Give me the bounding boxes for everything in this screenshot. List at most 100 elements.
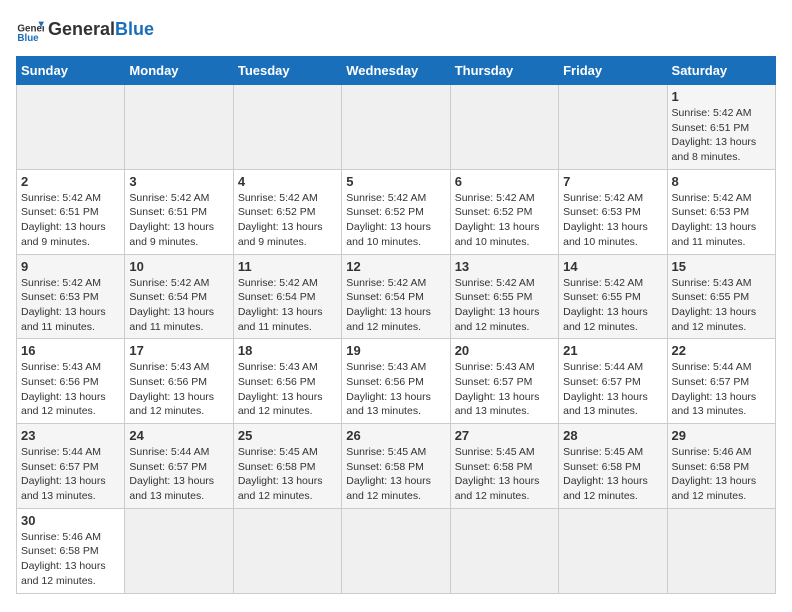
day-number: 18 [238, 343, 337, 358]
day-cell: 21 Sunrise: 5:44 AM Sunset: 6:57 PM Dayli… [559, 339, 667, 424]
day-cell [125, 85, 233, 170]
calendar-header: SundayMondayTuesdayWednesdayThursdayFrid… [17, 57, 776, 85]
day-cell: 14 Sunrise: 5:42 AM Sunset: 6:55 PM Dayli… [559, 254, 667, 339]
day-cell: 23 Sunrise: 5:44 AM Sunset: 6:57 PM Dayli… [17, 424, 125, 509]
day-info: Sunrise: 5:44 AM Sunset: 6:57 PM Dayligh… [563, 360, 662, 419]
day-header-tuesday: Tuesday [233, 57, 341, 85]
day-number: 13 [455, 259, 554, 274]
day-cell: 22Sunrise: 5:44 AM Sunset: 6:57 PM Dayli… [667, 339, 775, 424]
day-cell: 11 Sunrise: 5:42 AM Sunset: 6:54 PM Dayli… [233, 254, 341, 339]
day-cell: 18Sunrise: 5:43 AM Sunset: 6:56 PM Dayli… [233, 339, 341, 424]
day-header-thursday: Thursday [450, 57, 558, 85]
logo-text: GeneralBlue [48, 20, 154, 40]
day-info: Sunrise: 5:45 AM Sunset: 6:58 PM Dayligh… [563, 445, 662, 504]
day-cell [559, 508, 667, 593]
day-number: 28 [563, 428, 662, 443]
day-number: 30 [21, 513, 120, 528]
day-number: 1 [672, 89, 771, 104]
day-header-sunday: Sunday [17, 57, 125, 85]
calendar-table: SundayMondayTuesdayWednesdayThursdayFrid… [16, 56, 776, 594]
day-info: Sunrise: 5:42 AM Sunset: 6:54 PM Dayligh… [129, 276, 228, 335]
day-info: Sunrise: 5:46 AM Sunset: 6:58 PM Dayligh… [21, 530, 120, 589]
day-cell: 20 Sunrise: 5:43 AM Sunset: 6:57 PM Dayli… [450, 339, 558, 424]
day-number: 20 [455, 343, 554, 358]
week-row-4: 16 Sunrise: 5:43 AM Sunset: 6:56 PM Dayli… [17, 339, 776, 424]
day-info: Sunrise: 5:42 AM Sunset: 6:55 PM Dayligh… [455, 276, 554, 335]
day-cell: 26 Sunrise: 5:45 AM Sunset: 6:58 PM Dayli… [342, 424, 450, 509]
day-cell: 6 Sunrise: 5:42 AM Sunset: 6:52 PM Daylig… [450, 169, 558, 254]
day-info: Sunrise: 5:42 AM Sunset: 6:53 PM Dayligh… [563, 191, 662, 250]
day-cell: 19Sunrise: 5:43 AM Sunset: 6:56 PM Dayli… [342, 339, 450, 424]
day-cell [559, 85, 667, 170]
day-cell [342, 508, 450, 593]
day-cell: 3 Sunrise: 5:42 AM Sunset: 6:51 PM Daylig… [125, 169, 233, 254]
day-number: 29 [672, 428, 771, 443]
day-info: Sunrise: 5:43 AM Sunset: 6:57 PM Dayligh… [455, 360, 554, 419]
day-header-saturday: Saturday [667, 57, 775, 85]
day-cell: 12 Sunrise: 5:42 AM Sunset: 6:54 PM Dayli… [342, 254, 450, 339]
day-number: 9 [21, 259, 120, 274]
day-cell: 10Sunrise: 5:42 AM Sunset: 6:54 PM Dayli… [125, 254, 233, 339]
day-cell: 5 Sunrise: 5:42 AM Sunset: 6:52 PM Daylig… [342, 169, 450, 254]
day-info: Sunrise: 5:42 AM Sunset: 6:51 PM Dayligh… [21, 191, 120, 250]
logo-icon: General Blue [16, 16, 44, 44]
day-cell: 24Sunrise: 5:44 AM Sunset: 6:57 PM Dayli… [125, 424, 233, 509]
day-number: 21 [563, 343, 662, 358]
day-number: 4 [238, 174, 337, 189]
day-info: Sunrise: 5:42 AM Sunset: 6:53 PM Dayligh… [672, 191, 771, 250]
week-row-1: 1Sunrise: 5:42 AM Sunset: 6:51 PM Daylig… [17, 85, 776, 170]
day-info: Sunrise: 5:43 AM Sunset: 6:55 PM Dayligh… [672, 276, 771, 335]
day-cell: 9Sunrise: 5:42 AM Sunset: 6:53 PM Daylig… [17, 254, 125, 339]
day-cell [450, 508, 558, 593]
day-number: 5 [346, 174, 445, 189]
day-info: Sunrise: 5:45 AM Sunset: 6:58 PM Dayligh… [346, 445, 445, 504]
day-number: 14 [563, 259, 662, 274]
day-cell: 29Sunrise: 5:46 AM Sunset: 6:58 PM Dayli… [667, 424, 775, 509]
day-cell: 30 Sunrise: 5:46 AM Sunset: 6:58 PM Dayli… [17, 508, 125, 593]
calendar-body: 1 Sunrise: 5:42 AM Sunset: 6:51 PM Daylig… [17, 85, 776, 594]
day-number: 27 [455, 428, 554, 443]
day-cell: 4 Sunrise: 5:42 AM Sunset: 6:52 PM Daylig… [233, 169, 341, 254]
day-cell: 25Sunrise: 5:45 AM Sunset: 6:58 PM Dayli… [233, 424, 341, 509]
day-cell [450, 85, 558, 170]
day-info: Sunrise: 5:42 AM Sunset: 6:54 PM Dayligh… [346, 276, 445, 335]
page-header: General Blue GeneralBlue [16, 16, 776, 44]
day-info: Sunrise: 5:42 AM Sunset: 6:54 PM Dayligh… [238, 276, 337, 335]
day-number: 22 [672, 343, 771, 358]
day-number: 11 [238, 259, 337, 274]
day-number: 6 [455, 174, 554, 189]
svg-text:Blue: Blue [17, 33, 39, 44]
day-number: 7 [563, 174, 662, 189]
day-info: Sunrise: 5:45 AM Sunset: 6:58 PM Dayligh… [238, 445, 337, 504]
day-number: 26 [346, 428, 445, 443]
day-number: 3 [129, 174, 228, 189]
day-cell: 28 Sunrise: 5:45 AM Sunset: 6:58 PM Dayli… [559, 424, 667, 509]
day-cell: 8Sunrise: 5:42 AM Sunset: 6:53 PM Daylig… [667, 169, 775, 254]
week-row-2: 2Sunrise: 5:42 AM Sunset: 6:51 PM Daylig… [17, 169, 776, 254]
day-cell [342, 85, 450, 170]
day-info: Sunrise: 5:42 AM Sunset: 6:51 PM Dayligh… [129, 191, 228, 250]
day-info: Sunrise: 5:42 AM Sunset: 6:52 PM Dayligh… [455, 191, 554, 250]
day-info: Sunrise: 5:43 AM Sunset: 6:56 PM Dayligh… [346, 360, 445, 419]
day-number: 23 [21, 428, 120, 443]
day-cell: 7 Sunrise: 5:42 AM Sunset: 6:53 PM Daylig… [559, 169, 667, 254]
day-cell [667, 508, 775, 593]
day-info: Sunrise: 5:42 AM Sunset: 6:52 PM Dayligh… [238, 191, 337, 250]
day-info: Sunrise: 5:43 AM Sunset: 6:56 PM Dayligh… [21, 360, 120, 419]
day-number: 12 [346, 259, 445, 274]
day-header-wednesday: Wednesday [342, 57, 450, 85]
week-row-3: 9Sunrise: 5:42 AM Sunset: 6:53 PM Daylig… [17, 254, 776, 339]
day-info: Sunrise: 5:43 AM Sunset: 6:56 PM Dayligh… [129, 360, 228, 419]
day-info: Sunrise: 5:44 AM Sunset: 6:57 PM Dayligh… [21, 445, 120, 504]
day-cell: 2Sunrise: 5:42 AM Sunset: 6:51 PM Daylig… [17, 169, 125, 254]
day-cell: 17Sunrise: 5:43 AM Sunset: 6:56 PM Dayli… [125, 339, 233, 424]
day-cell: 1Sunrise: 5:42 AM Sunset: 6:51 PM Daylig… [667, 85, 775, 170]
day-cell: 15Sunrise: 5:43 AM Sunset: 6:55 PM Dayli… [667, 254, 775, 339]
day-cell: 27Sunrise: 5:45 AM Sunset: 6:58 PM Dayli… [450, 424, 558, 509]
week-row-5: 23 Sunrise: 5:44 AM Sunset: 6:57 PM Dayli… [17, 424, 776, 509]
day-cell [17, 85, 125, 170]
day-info: Sunrise: 5:42 AM Sunset: 6:55 PM Dayligh… [563, 276, 662, 335]
day-number: 16 [21, 343, 120, 358]
day-info: Sunrise: 5:42 AM Sunset: 6:52 PM Dayligh… [346, 191, 445, 250]
day-header-monday: Monday [125, 57, 233, 85]
